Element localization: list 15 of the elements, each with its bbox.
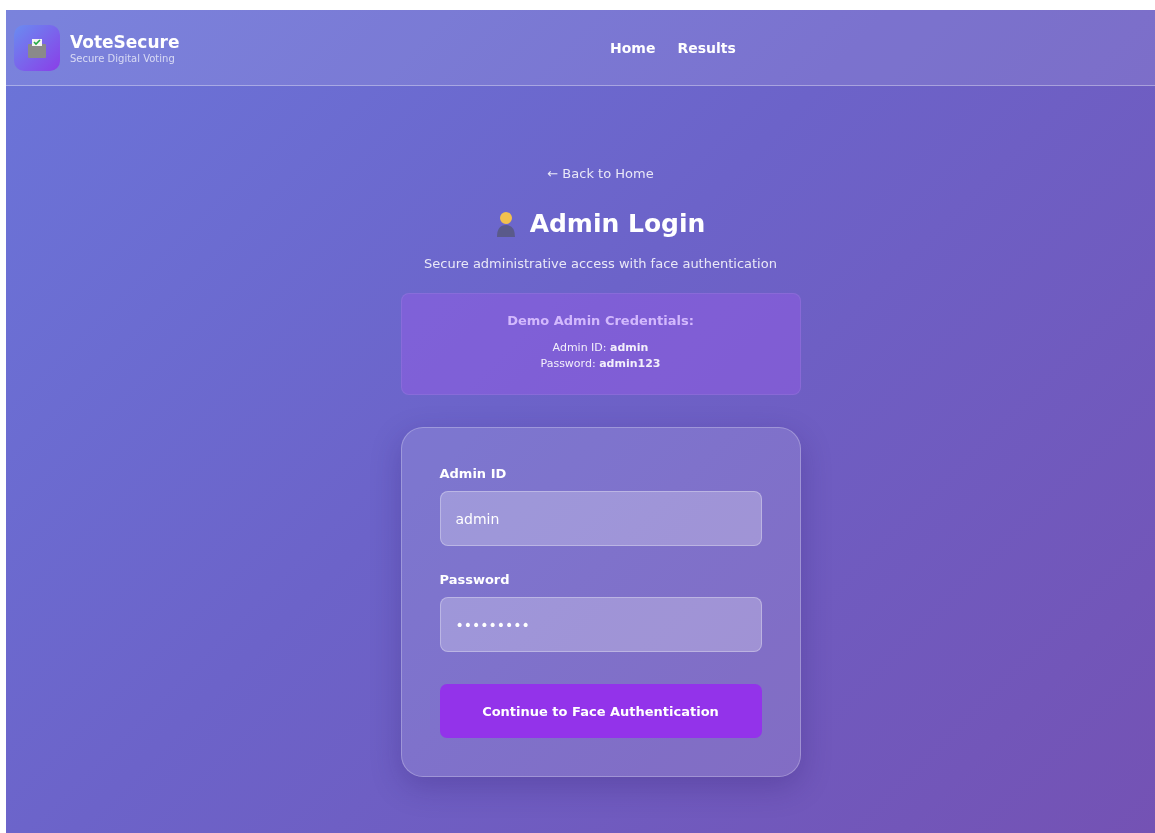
page-title: Admin Login (529, 209, 706, 238)
person-icon (495, 210, 516, 237)
back-link[interactable]: ← Back to Home (547, 166, 654, 181)
credential-line: Admin ID: admin (552, 340, 649, 356)
nav-link[interactable]: Results (677, 39, 736, 56)
logo-icon (14, 24, 60, 71)
nav-link[interactable]: Home (610, 39, 656, 56)
field-label: Admin ID (439, 466, 508, 481)
credential-line: Password: admin123 (540, 356, 661, 372)
credentials-heading: Demo Admin Credentials: (507, 313, 694, 328)
brand-name: VoteSecure (70, 31, 181, 52)
page-subtitle: Secure administrative access with face authentication (424, 256, 777, 271)
submit-button[interactable]: Continue to Face Authentication (439, 684, 762, 738)
field-label: Password (439, 572, 511, 587)
brand-tagline: Secure Digital Voting (70, 52, 176, 64)
